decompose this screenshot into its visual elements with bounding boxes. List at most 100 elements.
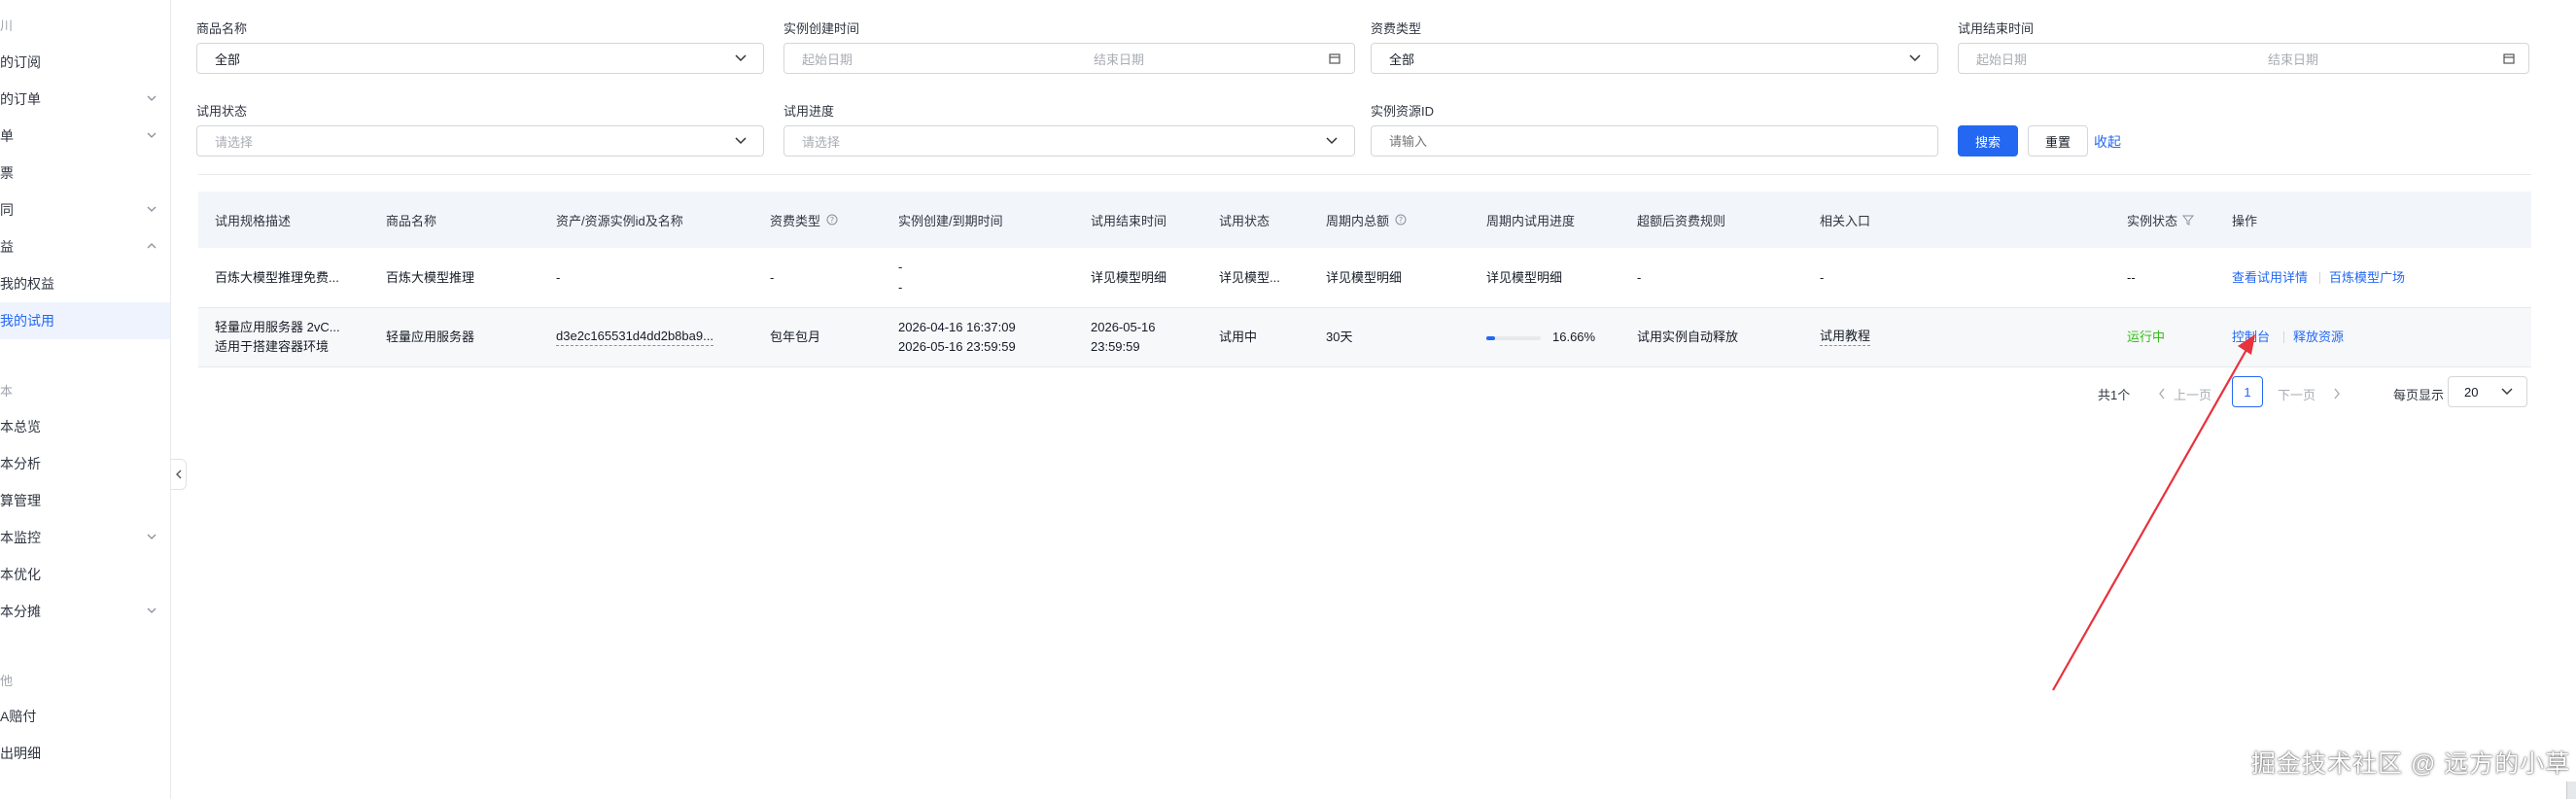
console-link[interactable]: 控制台 <box>2232 328 2270 347</box>
filter-label-create-time: 实例创建时间 <box>783 21 860 36</box>
cell-instance: - <box>556 270 561 285</box>
cell-trial-end-time: 23:59:59 <box>1091 339 1140 354</box>
sidebar-item[interactable]: 票 <box>0 155 170 191</box>
calendar-icon <box>1329 53 1340 64</box>
help-icon[interactable]: ? <box>826 214 838 226</box>
chevron-down-icon <box>1326 137 1338 145</box>
cell-trial-status: 详见模型... <box>1219 270 1280 285</box>
sidebar-item[interactable]: 出明细 <box>0 735 170 772</box>
th-trial-status: 试用状态 <box>1219 213 1271 228</box>
table-row: 百炼大模型推理免费... 百炼大模型推理 - - - - 详见模型明细 详见模型… <box>198 248 2531 308</box>
cell-trial-end: 详见模型明细 <box>1091 270 1167 285</box>
divider <box>198 174 2531 175</box>
chevron-right-icon <box>2334 388 2340 400</box>
sidebar-item-label: 单 <box>0 128 14 144</box>
view-trial-detail-link[interactable]: 查看试用详情 <box>2232 268 2308 288</box>
filter-icon[interactable] <box>2182 214 2195 226</box>
th-entry: 相关入口 <box>1820 213 1871 228</box>
product-select[interactable]: 全部 <box>196 43 764 74</box>
chevron-down-icon <box>735 54 747 62</box>
sidebar-item-label: 我的权益 <box>0 276 54 292</box>
cell-instance-status: -- <box>2127 270 2136 285</box>
create-time-range[interactable]: 起始日期 结束日期 <box>783 43 1355 74</box>
sidebar-item[interactable]: 本总览 <box>0 408 170 445</box>
sidebar-item[interactable]: 本分析 <box>0 445 170 482</box>
filter-label-billing: 资费类型 <box>1371 21 1422 36</box>
prev-page-button[interactable]: 上一页 <box>2174 385 2211 403</box>
billing-type-select[interactable]: 全部 <box>1371 43 1938 74</box>
reset-button[interactable]: 重置 <box>2028 125 2088 156</box>
calendar-icon <box>2503 53 2515 64</box>
cell-instance-status-running: 运行中 <box>2127 330 2166 344</box>
chevron-down-icon <box>146 531 157 542</box>
resource-id-input[interactable] <box>1371 125 1938 156</box>
sidebar-item-label: 本优化 <box>0 567 41 582</box>
cell-instance-id[interactable]: d3e2c165531d4dd2b8ba9... <box>556 328 714 346</box>
sidebar-item[interactable]: 同 <box>0 191 170 228</box>
cell-trial-status: 试用中 <box>1219 330 1258 344</box>
create-end-date[interactable]: 结束日期 <box>1094 50 1144 68</box>
filter-label-resource-id: 实例资源ID <box>1371 104 1435 119</box>
help-icon[interactable]: ? <box>1395 214 1407 226</box>
model-square-link[interactable]: 百炼模型广场 <box>2329 268 2405 288</box>
th-overage: 超额后资费规则 <box>1637 213 1726 228</box>
th-time: 实例创建/到期时间 <box>898 213 1003 228</box>
sidebar-item-label: 算管理 <box>0 493 41 508</box>
sidebar-item[interactable]: 的订阅 <box>0 44 170 81</box>
billing-type-value: 全部 <box>1389 52 1415 67</box>
th-product: 商品名称 <box>386 213 437 228</box>
sidebar-item: 他 <box>0 661 170 698</box>
sidebar-item[interactable]: 益 <box>0 228 170 265</box>
sidebar-item[interactable]: 本分摊 <box>0 593 170 630</box>
cell-entry: - <box>1820 270 1825 285</box>
release-resource-link[interactable]: 释放资源 <box>2293 328 2344 347</box>
trial-end-end-date[interactable]: 结束日期 <box>2268 50 2318 68</box>
scrollbar-corner <box>2566 782 2576 799</box>
sidebar-item-label: 我的试用 <box>0 313 54 329</box>
sidebar-item[interactable]: 我的权益 <box>0 265 170 302</box>
per-page-select[interactable]: 20 <box>2448 376 2527 407</box>
sidebar-item[interactable]: A赔付 <box>0 698 170 735</box>
cell-billing: 包年包月 <box>770 330 821 344</box>
sidebar-item-label: A赔付 <box>0 709 37 724</box>
trial-end-range[interactable]: 起始日期 结束日期 <box>1958 43 2529 74</box>
chevron-down-icon <box>1909 54 1921 62</box>
per-page-value: 20 <box>2464 384 2479 400</box>
collapse-filters-link[interactable]: 收起 <box>2094 132 2121 152</box>
trial-status-select[interactable]: 请选择 <box>196 125 764 156</box>
trial-end-start-date[interactable]: 起始日期 <box>1976 50 2027 68</box>
sidebar-item[interactable]: 的订单 <box>0 81 170 118</box>
action-separator <box>2283 331 2284 343</box>
th-instance-status-label: 实例状态 <box>2127 213 2178 228</box>
page-1-button[interactable]: 1 <box>2232 376 2263 407</box>
trial-status-placeholder: 请选择 <box>215 134 254 150</box>
cell-time-create: - <box>898 260 903 274</box>
sidebar-item-label: 同 <box>0 202 14 218</box>
sidebar-item[interactable]: 本优化 <box>0 556 170 593</box>
sidebar-item[interactable]: 本监控 <box>0 519 170 556</box>
pagination-total: 共1个 <box>2098 388 2131 402</box>
sidebar-item-label: 的订阅 <box>0 54 41 70</box>
trial-progress-fill <box>1486 336 1496 340</box>
chevron-down-icon <box>2501 388 2513 395</box>
trial-page: 川的订阅 的订单单票同益我的权益 我的试用本本总览 本分析 算管理 本监控 本优化 本分摊他 A… <box>0 0 2576 799</box>
svg-text:?: ? <box>830 216 834 225</box>
trial-progress-bar <box>1486 336 1541 340</box>
cell-spec: 百炼大模型推理免费... <box>215 270 339 285</box>
trial-progress-select[interactable]: 请选择 <box>783 125 1355 156</box>
trial-tutorial-link[interactable]: 试用教程 <box>1820 328 1871 346</box>
cell-total: 30天 <box>1326 330 1353 344</box>
sidebar-item[interactable]: 单 <box>0 118 170 155</box>
next-page-button[interactable]: 下一页 <box>2278 385 2315 403</box>
sidebar-item[interactable]: 我的试用 <box>0 302 170 339</box>
cell-time-expire: 2026-05-16 23:59:59 <box>898 339 1016 354</box>
create-start-date[interactable]: 起始日期 <box>802 50 853 68</box>
main-content: 商品名称 全部 实例创建时间 起始日期 结束日期 资费类型 全部 试用结束时间 … <box>171 0 2576 799</box>
search-button[interactable]: 搜索 <box>1958 125 2018 156</box>
sidebar: 川的订阅 的订单单票同益我的权益 我的试用本本总览 本分析 算管理 本监控 本优化 本分摊他 A… <box>0 0 171 799</box>
th-progress: 周期内试用进度 <box>1486 213 1576 228</box>
chevron-left-icon <box>2159 388 2165 400</box>
sidebar-item-label: 本监控 <box>0 530 41 545</box>
per-page-label: 每页显示 <box>2393 388 2445 402</box>
sidebar-item[interactable]: 算管理 <box>0 482 170 519</box>
